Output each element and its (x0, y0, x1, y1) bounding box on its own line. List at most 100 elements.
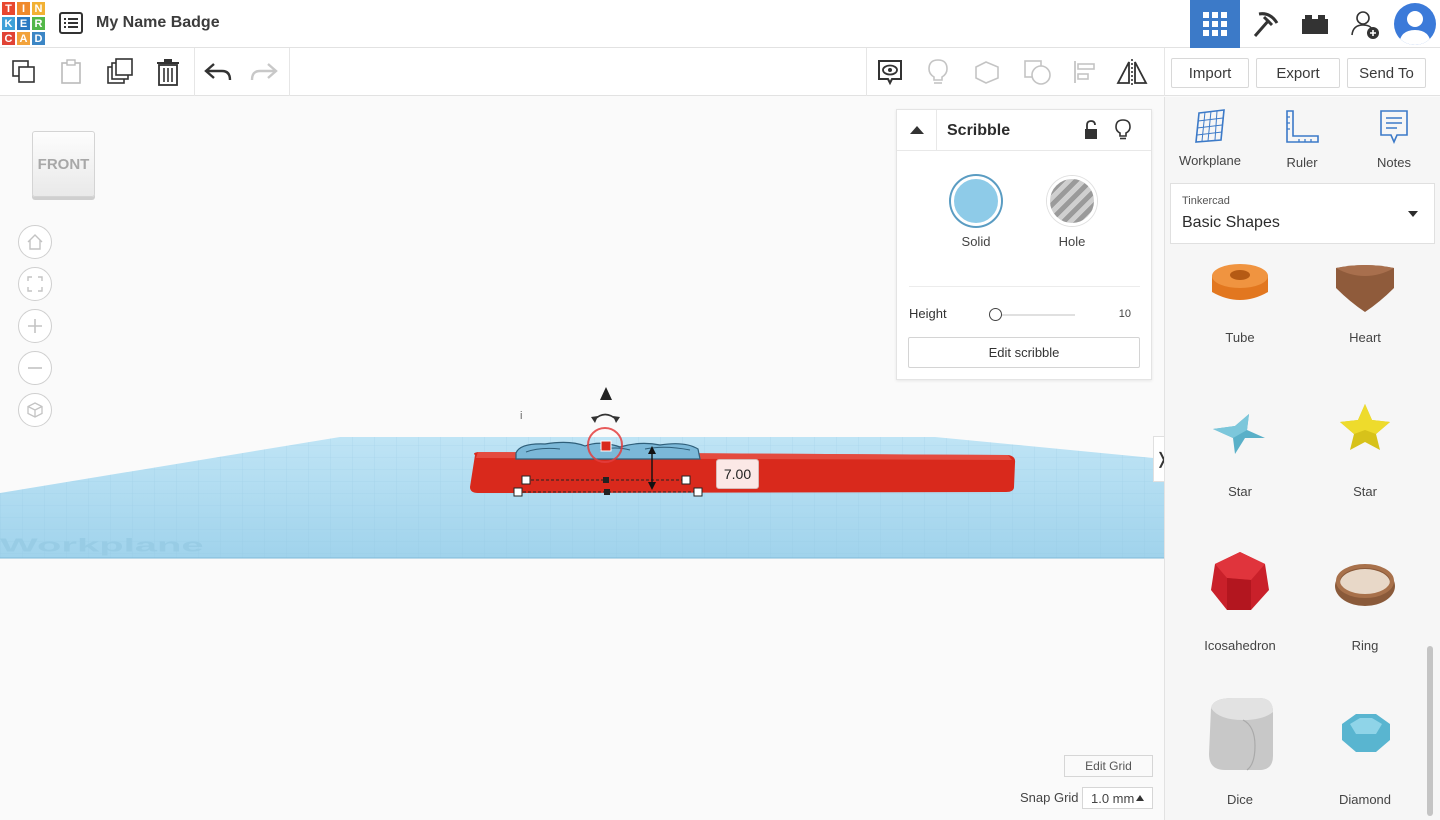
dimension-label[interactable]: 7.00 (716, 459, 759, 489)
unlock-icon[interactable] (1083, 120, 1099, 145)
height-slider[interactable] (993, 314, 1075, 316)
logo-letter: N (31, 1, 46, 16)
align-icon[interactable] (1069, 56, 1101, 88)
height-value[interactable]: 10 (1111, 308, 1131, 320)
workplane-tool[interactable]: Workplane (1170, 109, 1250, 171)
snap-grid-label: Snap Grid (1020, 790, 1079, 805)
ring-icon (1335, 564, 1395, 606)
snap-grid-value: 1.0 mm (1091, 790, 1135, 806)
bricks-icon[interactable] (1290, 0, 1340, 48)
logo-letter: A (16, 31, 31, 46)
logo-letter: R (31, 16, 46, 31)
shape-star[interactable]: Star (1310, 394, 1420, 534)
tube-icon (1212, 264, 1268, 300)
shape-heart[interactable]: Heart (1310, 240, 1420, 380)
export-button[interactable]: Export (1256, 58, 1340, 88)
shape-diamond[interactable]: Diamond (1310, 702, 1420, 820)
collapse-inspector-icon[interactable] (897, 110, 937, 150)
design-title[interactable]: My Name Badge (96, 14, 220, 32)
ruler-tool[interactable]: Ruler (1262, 109, 1342, 171)
lightbulb-icon[interactable] (1115, 119, 1131, 146)
view-cube[interactable]: FRONT (32, 131, 95, 197)
library-name: Basic Shapes (1182, 214, 1280, 231)
redo-icon[interactable] (248, 56, 280, 88)
ruler-label: Ruler (1286, 155, 1318, 170)
notes-tool[interactable]: Notes (1354, 109, 1434, 171)
shape-ring[interactable]: Ring (1310, 548, 1420, 688)
shapes-panel-scrollbar[interactable] (1427, 646, 1433, 816)
perspective-icon[interactable] (18, 393, 52, 427)
workplane-watermark: Workplane (0, 535, 204, 555)
shape-label: Icosahedron (1204, 638, 1276, 653)
shape-icosahedron[interactable]: Icosahedron (1185, 548, 1295, 688)
hole-label: Hole (1058, 234, 1086, 249)
hole-swatch[interactable] (1047, 176, 1097, 226)
notes-label: Notes (1377, 155, 1411, 170)
shape-label: Ring (1351, 638, 1379, 653)
dice-icon (1209, 698, 1273, 771)
edit-scribble-button[interactable]: Edit scribble (908, 337, 1140, 368)
delete-icon[interactable] (152, 56, 184, 88)
lift-arrow-icon (600, 387, 612, 400)
solid-label: Solid (961, 234, 991, 249)
shape-tube[interactable]: Tube (1185, 240, 1295, 380)
home-view-icon[interactable] (18, 225, 52, 259)
import-button[interactable]: Import (1171, 58, 1249, 88)
shape-label: Tube (1225, 330, 1255, 345)
send-to-button[interactable]: Send To (1347, 58, 1426, 88)
ruler-icon (1286, 110, 1319, 143)
copy-icon[interactable] (8, 56, 40, 88)
workplane-label: Workplane (1179, 153, 1241, 168)
edit-toolbar: Import Export Send To (0, 48, 1440, 96)
inspector-title: Scribble (947, 122, 1011, 139)
ungroup-icon[interactable] (1021, 56, 1053, 88)
shape-label: Diamond (1338, 792, 1392, 807)
tinkercad-logo[interactable]: TINKERCAD (1, 1, 46, 46)
height-slider-handle[interactable] (989, 308, 1002, 321)
caret-down-icon (1408, 211, 1418, 217)
fit-view-icon[interactable] (18, 267, 52, 301)
shapes-panel: Workplane Ruler Notes Tinkercad Basic Sh… (1164, 97, 1440, 820)
undo-icon[interactable] (202, 56, 234, 88)
shape-label: Dice (1226, 792, 1253, 807)
show-all-icon[interactable] (874, 56, 906, 88)
caret-up-icon (1136, 795, 1144, 801)
zoom-out-icon[interactable] (18, 351, 52, 385)
3d-design-view-icon[interactable] (1190, 0, 1240, 48)
mirror-icon[interactable] (1116, 56, 1148, 88)
shape-label: Star (1353, 484, 1377, 499)
user-avatar[interactable] (1390, 0, 1440, 48)
heart-icon (1336, 265, 1394, 312)
shape-star[interactable]: Star (1185, 394, 1295, 534)
shape-label: Star (1228, 484, 1252, 499)
star-blue-icon (1213, 414, 1265, 454)
add-user-icon[interactable] (1340, 0, 1390, 48)
group-icon[interactable] (971, 56, 1003, 88)
paste-icon[interactable] (55, 56, 87, 88)
logo-letter: D (31, 31, 46, 46)
logo-letter: C (1, 31, 16, 46)
top-bar: TINKERCAD My Name Badge (0, 0, 1440, 48)
design-list-icon[interactable] (58, 10, 84, 36)
diamond-icon (1342, 714, 1390, 752)
shape-label: Heart (1349, 330, 1381, 345)
shape-dice[interactable]: Dice (1185, 698, 1295, 820)
height-label: Height (909, 306, 947, 321)
solid-swatch[interactable] (951, 176, 1001, 226)
logo-letter: T (1, 1, 16, 16)
icosahedron-icon (1211, 552, 1269, 610)
snap-grid-select[interactable]: 1.0 mm (1082, 787, 1153, 809)
logo-letter: K (1, 16, 16, 31)
workplane-icon (1195, 109, 1225, 143)
svg-text:i: i (520, 410, 522, 422)
shape-library-select[interactable]: Tinkercad Basic Shapes (1170, 183, 1435, 244)
zoom-in-icon[interactable] (18, 309, 52, 343)
edit-grid-button[interactable]: Edit Grid (1064, 755, 1153, 777)
hide-lightbulb-icon[interactable] (922, 56, 954, 88)
star-yellow-icon (1340, 404, 1390, 450)
pickaxe-icon[interactable] (1240, 0, 1290, 48)
logo-letter: I (16, 1, 31, 16)
library-source: Tinkercad (1182, 195, 1230, 207)
duplicate-icon[interactable] (104, 56, 136, 88)
shape-inspector: Scribble Solid Hole Height 10 Edit scrib… (896, 109, 1152, 380)
